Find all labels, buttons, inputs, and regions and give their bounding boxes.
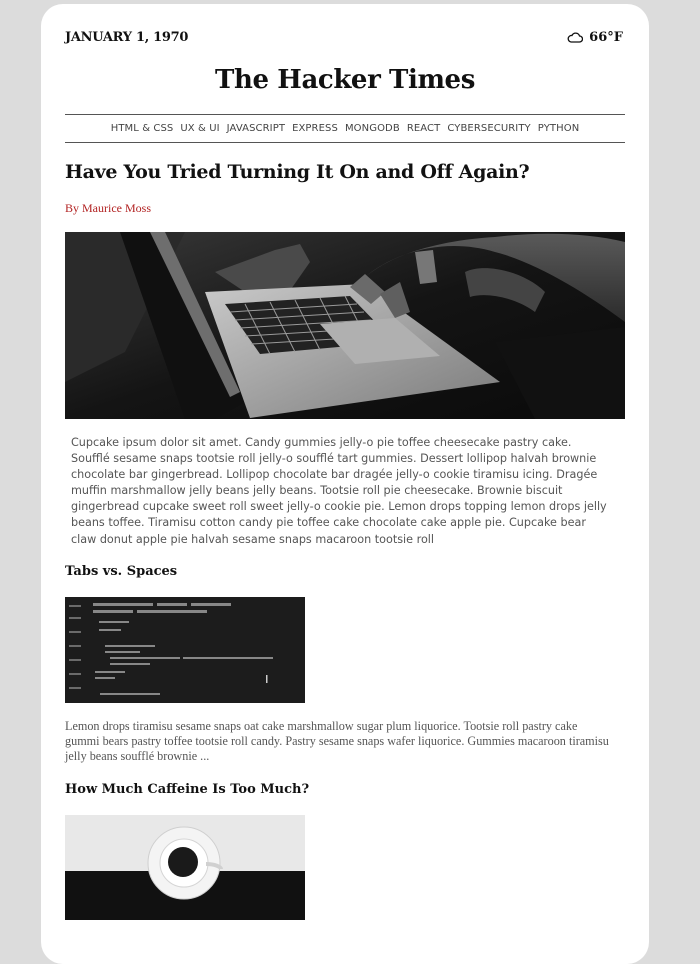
article-body: Cupcake ipsum dolor sit amet. Candy gumm… <box>71 436 607 546</box>
nav-item-ux-ui[interactable]: UX & UI <box>180 123 219 134</box>
masthead-title[interactable]: The Hacker Times <box>41 65 649 95</box>
date-label: JANUARY 1, 1970 <box>65 30 189 45</box>
nav-item-javascript[interactable]: JAVASCRIPT <box>227 123 285 134</box>
article-byline[interactable]: By Maurice Moss <box>65 201 151 216</box>
weather-widget: 66°F <box>567 30 623 45</box>
story-summary-tabs-vs-spaces: Lemon drops tiramisu sesame snaps oat ca… <box>65 719 609 763</box>
newspaper-card: JANUARY 1, 1970 66°F The Hacker Times HT… <box>41 4 649 964</box>
nav-item-html-css[interactable]: HTML & CSS <box>111 123 174 134</box>
nav-item-mongodb[interactable]: MONGODB <box>345 123 400 134</box>
laptop-typing-photo <box>65 232 625 419</box>
topic-nav: HTML & CSS UX & UI JAVASCRIPT EXPRESS MO… <box>65 114 625 143</box>
temperature-label: 66°F <box>589 30 623 45</box>
nav-item-python[interactable]: PYTHON <box>538 123 580 134</box>
story-title-tabs-vs-spaces[interactable]: Tabs vs. Spaces <box>65 564 177 579</box>
nav-item-cybersecurity[interactable]: CYBERSECURITY <box>447 123 530 134</box>
code-screen-photo[interactable] <box>65 597 305 703</box>
story-title-caffeine[interactable]: How Much Caffeine Is Too Much? <box>65 782 309 797</box>
nav-item-express[interactable]: EXPRESS <box>292 123 338 134</box>
coffee-cup-photo[interactable] <box>65 815 305 920</box>
cloud-icon <box>567 32 584 43</box>
article-headline[interactable]: Have You Tried Turning It On and Off Aga… <box>65 161 530 183</box>
nav-item-react[interactable]: REACT <box>407 123 441 134</box>
